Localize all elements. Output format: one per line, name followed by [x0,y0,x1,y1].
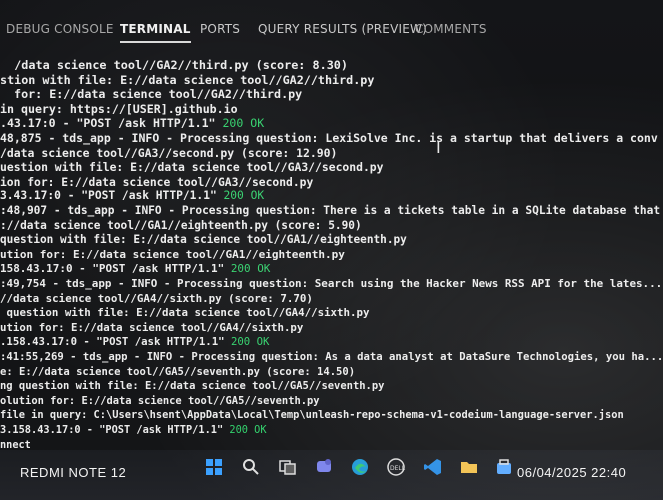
terminal-http-log-line: .43.17:0 - "POST /ask HTTP/1.1" 200 OK [0,116,264,130]
terminal-line-text: /data science tool//GA3//second.py (scor… [0,145,338,160]
terminal-line: /data science tool//GA2//third.py (score… [0,58,348,72]
svg-text:DELL: DELL [390,465,406,472]
dell-icon[interactable]: DELL [386,457,406,477]
terminal-line-text: ion for: E://data science tool//GA3//sec… [0,174,314,189]
terminal-line-text: :48,907 - tds_app - INFO - Processing qu… [0,204,661,217]
terminal-line: question with file: E://data science too… [0,306,369,320]
terminal-line: ://data science tool//GA1//eighteenth.py… [0,219,362,233]
terminal-line: //data science tool//GA4//sixth.py (scor… [0,292,313,306]
http-status-ok: 200 OK [229,424,267,436]
terminal-line-text: .43.17:0 - "POST /ask HTTP/1.1" [0,116,223,131]
task-view-icon[interactable] [278,457,298,477]
terminal-line-text: 48,875 - tds_app - INFO - Processing que… [0,131,658,145]
terminal-line-text: uestion with file: E://data science tool… [0,160,384,175]
http-status-ok: 200 OK [230,262,271,276]
terminal-line: uestion with file: E://data science tool… [0,160,384,174]
terminal-output[interactable]: /data science tool//GA2//third.py (score… [0,58,663,458]
terminal-line: question with file: E://data science too… [0,233,407,247]
http-status-ok: 200 OK [223,189,265,203]
terminal-line: olution for: E://data science tool//GA5/… [0,394,320,408]
camera-datetime-watermark: 06/04/2025 22:40 [517,465,627,480]
terminal-line-text: stion with file: E://data science tool//… [0,72,375,87]
terminal-http-log-line: 3.43.17:0 - "POST /ask HTTP/1.1" 200 OK [0,189,264,203]
vscode-icon[interactable] [423,457,443,477]
tab-ports[interactable]: PORTS [200,22,240,36]
terminal-line-text: ://data science tool//GA1//eighteenth.py… [0,218,362,232]
terminal-line-text: 3.43.17:0 - "POST /ask HTTP/1.1" [0,189,224,203]
file-explorer-icon[interactable] [459,457,479,477]
terminal-line-text: olution for: E://data science tool//GA5/… [0,394,320,407]
windows-start-icon[interactable] [204,457,224,477]
tab-query-results[interactable]: QUERY RESULTS (PREVIEW) [258,22,427,36]
panel-tab-bar: DEBUG CONSOLE TERMINAL PORTS QUERY RESUL… [0,12,663,43]
terminal-line: file in query: C:\Users\hsent\AppData\Lo… [0,408,624,422]
terminal-line: :49,754 - tds_app - INFO - Processing qu… [0,277,662,291]
terminal-line: ution for: E://data science tool//GA1//e… [0,248,345,262]
terminal-line: :48,907 - tds_app - INFO - Processing qu… [0,204,660,218]
edge-browser-icon[interactable] [350,457,370,477]
terminal-line-text: /data science tool//GA2//third.py (score… [0,58,349,72]
terminal-http-log-line: 158.43.17:0 - "POST /ask HTTP/1.1" 200 O… [0,262,270,276]
terminal-line-text: //data science tool//GA4//sixth.py (scor… [0,291,313,305]
terminal-http-log-line: 3.158.43.17:0 - "POST /ask HTTP/1.1" 200… [0,423,267,437]
terminal-line: ng question with file: E://data science … [0,379,384,393]
tab-terminal[interactable]: TERMINAL [120,22,191,43]
terminal-line: ution for: E://data science tool//GA4//s… [0,321,303,335]
terminal-line: /data science tool//GA3//second.py (scor… [0,146,337,160]
terminal-line: :41:55,269 - tds_app - INFO - Processing… [0,350,663,364]
taskbar-icons: DELL [204,457,524,483]
terminal-line-text: ution for: E://data science tool//GA4//s… [0,320,304,334]
terminal-line-text: for: E://data science tool//GA2//third.p… [0,87,303,102]
text-cursor-icon: I [436,138,441,157]
terminal-line: stion with file: E://data science tool//… [0,73,374,87]
terminal-line-text: ution for: E://data science tool//GA1//e… [0,247,345,261]
terminal-line-text: :41:55,269 - tds_app - INFO - Processing… [0,351,663,363]
http-status-ok: 200 OK [230,335,270,349]
store-icon[interactable] [494,457,514,477]
terminal-line-text: 158.43.17:0 - "POST /ask HTTP/1.1" [0,262,231,276]
camera-model-watermark: REDMI NOTE 12 [20,465,127,480]
terminal-line-text: ng question with file: E://data science … [0,380,385,393]
terminal-line: e: E://data science tool//GA5//seventh.p… [0,365,355,379]
tab-debug-console[interactable]: DEBUG CONSOLE [6,22,114,36]
teams-chat-icon[interactable] [314,457,334,477]
terminal-line-text: file in query: C:\Users\hsent\AppData\Lo… [0,409,624,422]
terminal-line: ion for: E://data science tool//GA3//sec… [0,175,313,189]
terminal-line-text: nnect [0,438,31,451]
terminal-line-text: .158.43.17:0 - "POST /ask HTTP/1.1" [0,335,231,349]
terminal-line-text: e: E://data science tool//GA5//seventh.p… [0,365,356,378]
tab-comments[interactable]: COMMENTS [415,22,487,36]
http-status-ok: 200 OK [222,116,265,131]
terminal-http-log-line: .158.43.17:0 - "POST /ask HTTP/1.1" 200 … [0,335,269,349]
terminal-line-text: in query: https://[USER].github.io [0,101,238,116]
terminal-line: for: E://data science tool//GA2//third.p… [0,87,302,101]
terminal-line-text: question with file: E://data science too… [0,233,407,247]
laptop-screen: DEBUG CONSOLE TERMINAL PORTS QUERY RESUL… [0,0,663,500]
terminal-line: in query: https://[USER].github.io [0,102,238,116]
search-icon[interactable] [241,457,261,477]
terminal-line: 48,875 - tds_app - INFO - Processing que… [0,131,658,145]
terminal-line-text: :49,754 - tds_app - INFO - Processing qu… [0,277,663,290]
terminal-line-text: question with file: E://data science too… [0,306,370,320]
terminal-line-text: 3.158.43.17:0 - "POST /ask HTTP/1.1" [0,424,230,436]
